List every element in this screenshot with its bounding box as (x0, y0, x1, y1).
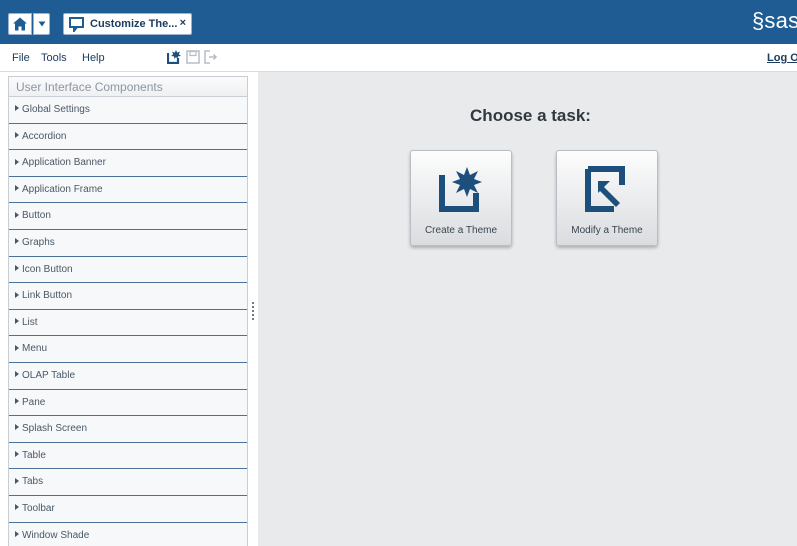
expand-arrow-icon (15, 238, 19, 245)
expand-arrow-icon (15, 211, 19, 218)
accordion-item-label: List (22, 316, 38, 328)
accordion-item[interactable]: Splash Screen (9, 416, 247, 443)
accordion-item-label: Tabs (22, 476, 44, 488)
menu-help[interactable]: Help (82, 52, 105, 64)
expand-arrow-icon (15, 397, 19, 404)
new-document-icon[interactable] (167, 50, 181, 64)
presentation-icon (69, 17, 84, 32)
main-panel: Choose a task: Create a Theme Modify a T… (258, 72, 797, 546)
accordion-item[interactable]: OLAP Table (9, 362, 247, 390)
accordion-item-label: Table (22, 449, 46, 461)
save-icon[interactable] (186, 50, 200, 64)
components-accordion: User Interface Components Global Setting… (8, 76, 248, 546)
accordion-item[interactable]: Icon Button (9, 256, 247, 284)
page-title: Choose a task: (470, 106, 591, 125)
accordion-item[interactable]: List (9, 309, 247, 337)
home-button[interactable] (8, 13, 32, 35)
accordion-item[interactable]: Tabs (9, 469, 247, 496)
accordion-item[interactable]: Accordion (9, 123, 247, 151)
accordion-item-label: OLAP Table (22, 369, 76, 381)
accordion-item[interactable]: Pane (9, 389, 247, 417)
accordion-item-label: Accordion (22, 130, 67, 142)
accordion-item-label: Toolbar (22, 502, 55, 514)
accordion-item-label: Pane (22, 396, 46, 408)
accordion-item-label: Window Shade (22, 529, 90, 541)
accordion-item[interactable]: Window Shade (9, 522, 247, 546)
home-dropdown-button[interactable] (33, 13, 50, 35)
splitter-grip-icon[interactable] (252, 302, 254, 320)
expand-arrow-icon (15, 105, 19, 112)
component-list: Global Settings Accordion Application Bann… (9, 97, 247, 546)
home-group (8, 13, 58, 35)
expand-arrow-icon (15, 131, 19, 138)
accordion-item[interactable]: Graphs (9, 229, 247, 257)
create-theme-icon (439, 167, 482, 212)
chevron-down-icon (38, 21, 45, 27)
sas-logo: §sas (752, 8, 797, 34)
accordion-item[interactable]: Application Frame (9, 176, 247, 204)
expand-arrow-icon (15, 424, 19, 431)
expand-arrow-icon (15, 371, 19, 378)
menu-bar: File Tools Help Log Off (0, 44, 797, 72)
expand-arrow-icon (15, 291, 19, 298)
expand-arrow-icon (15, 477, 19, 484)
modify-theme-icon (585, 166, 625, 212)
exit-icon[interactable] (204, 50, 218, 64)
logoff-link[interactable]: Log Off (767, 52, 797, 64)
logo-text: §sas (752, 8, 797, 33)
expand-arrow-icon (15, 504, 19, 511)
accordion-item-label: Graphs (22, 236, 55, 248)
home-icon (13, 17, 27, 31)
accordion-item-label: Icon Button (22, 263, 73, 275)
accordion-item-label: Splash Screen (22, 423, 88, 435)
accordion-item[interactable]: Application Banner (9, 150, 247, 177)
expand-arrow-icon (15, 451, 19, 458)
modify-theme-label: Modify a Theme (571, 225, 643, 236)
expand-arrow-icon (15, 530, 19, 537)
tab-close-icon[interactable]: × (180, 16, 186, 30)
accordion-header: User Interface Components (9, 77, 247, 97)
accordion-item[interactable]: Global Settings (9, 97, 247, 124)
accordion-item-label: Application Banner (22, 157, 106, 169)
expand-arrow-icon (15, 344, 19, 351)
accordion-item[interactable]: Table (9, 442, 247, 470)
accordion-item[interactable]: Button (9, 203, 247, 230)
modify-theme-button[interactable]: Modify a Theme (556, 150, 658, 246)
tab-customize-theme[interactable]: Customize The... × (63, 13, 192, 35)
create-theme-label: Create a Theme (424, 225, 498, 236)
expand-arrow-icon (15, 185, 19, 192)
expand-arrow-icon (15, 158, 19, 165)
accordion-item-label: Menu (22, 343, 48, 355)
app-banner: Customize The... × §sas (0, 0, 797, 44)
accordion-item-label: Button (22, 210, 51, 222)
tab-label: Customize The... (90, 18, 178, 30)
menu-tools[interactable]: Tools (41, 52, 67, 64)
accordion-item[interactable]: Toolbar (9, 495, 247, 523)
accordion-item[interactable]: Menu (9, 336, 247, 363)
pane-splitter[interactable] (248, 72, 258, 546)
create-theme-button[interactable]: Create a Theme (410, 150, 512, 246)
accordion-item[interactable]: Link Button (9, 283, 247, 310)
accordion-item-label: Link Button (22, 290, 73, 302)
accordion-item-label: Global Settings (22, 104, 90, 115)
accordion-item-label: Application Frame (22, 183, 103, 195)
menu-file[interactable]: File (12, 52, 30, 64)
expand-arrow-icon (15, 264, 19, 271)
expand-arrow-icon (15, 318, 19, 325)
